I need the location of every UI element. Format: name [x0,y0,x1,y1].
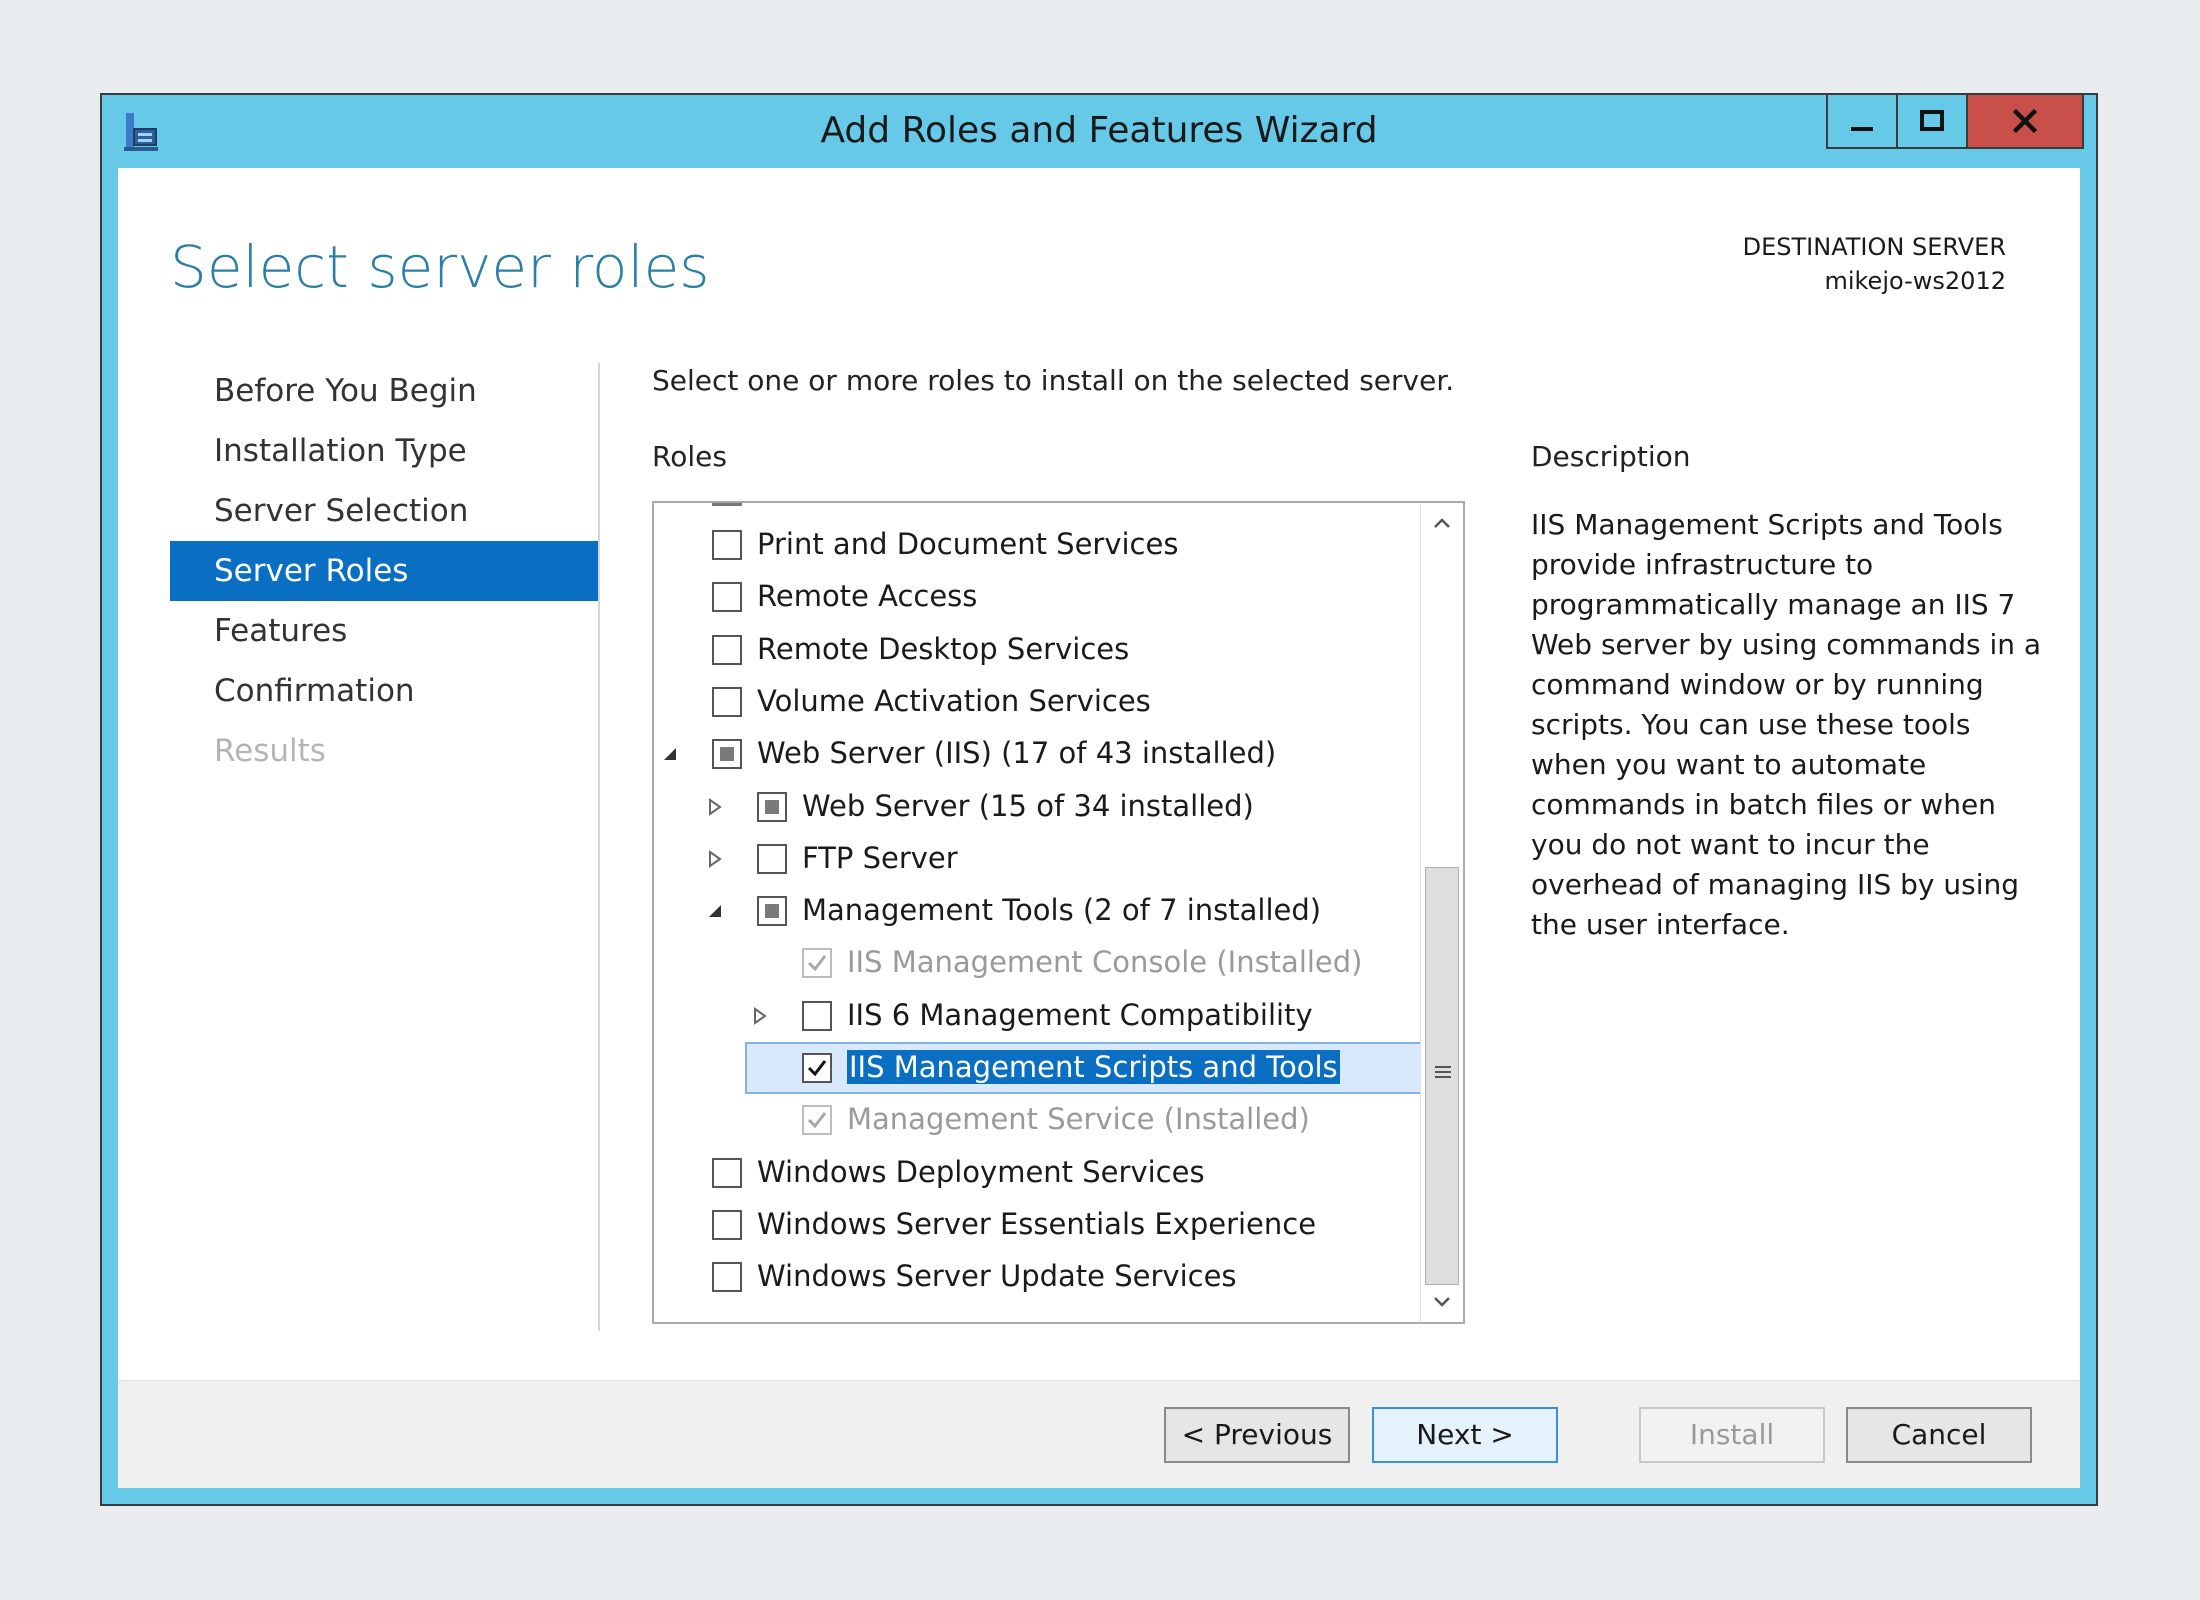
wizard-window: Add Roles and Features Wizard Select ser… [100,93,2098,1506]
grip-icon [1435,1066,1451,1078]
checkbox[interactable] [802,1000,832,1031]
instruction-text: Select one or more roles to install on t… [652,364,1455,397]
checkmark-icon [807,955,827,972]
checkbox[interactable] [712,1157,742,1188]
checkbox[interactable] [712,1209,742,1240]
tree-item[interactable]: IIS Management Console (Installed) [654,937,1424,989]
tree-item-label: Windows Server Essentials Experience [757,1206,1317,1241]
checkbox[interactable] [712,1262,742,1293]
tree-item[interactable]: Remote Desktop Services [654,624,1424,676]
clipped-row-fragment [712,503,742,506]
tree-item[interactable]: FTP Server [654,833,1424,885]
tree-item-label: Print and Document Services [757,527,1179,561]
roles-tree[interactable]: Print and Document Services Remote Access… [652,501,1465,1324]
tree-item[interactable]: Web Server (IIS) (17 of 43 installed) [654,728,1424,780]
window-controls [1826,95,2084,149]
description-text: IIS Management Scripts and Tools provide… [1531,508,2042,941]
collapsed-triangle-icon[interactable] [705,849,725,869]
nav-item-features[interactable]: Features [170,601,600,661]
tree-item-label: FTP Server [802,840,958,875]
checkbox[interactable] [712,582,742,613]
nav-item-results: Results [214,733,326,769]
title-bar[interactable]: Add Roles and Features Wizard [102,95,2096,168]
scroll-down-button[interactable] [1421,1282,1463,1322]
checked-checkbox[interactable] [802,1053,832,1083]
next-button-label: Next > [1416,1418,1514,1451]
cancel-button-label: Cancel [1891,1418,1987,1451]
tree-item[interactable]: IIS Management Scripts and Tools [654,1042,1424,1094]
page-title: Select server roles [170,233,710,301]
collapsed-triangle-icon[interactable] [705,797,725,817]
tree-item-label: Remote Access [757,579,978,614]
tree-item[interactable]: Windows Deployment Services [654,1147,1424,1199]
expanded-triangle-icon[interactable] [705,901,725,921]
expanded-triangle-icon[interactable] [660,744,680,764]
tree-item-label: IIS Management Scripts and Tools [847,1050,1340,1084]
maximize-icon [1920,110,1944,131]
tree-item[interactable]: Remote Access [654,571,1424,623]
checked-checkbox [802,948,832,979]
nav-item-confirmation[interactable]: Confirmation [170,661,600,721]
partial-checkbox[interactable] [757,896,787,927]
tree-item[interactable]: Management Service (Installed) [654,1094,1424,1146]
checkmark-icon [807,1060,827,1077]
chevron-down-icon [1434,1297,1450,1307]
roles-scrollbar[interactable] [1420,503,1463,1322]
minimize-icon [1851,127,1873,131]
cancel-button[interactable]: Cancel [1846,1407,2032,1463]
checked-checkbox [802,1105,832,1136]
nav-divider [598,363,600,1331]
destination-server-info: DESTINATION SERVER mikejo-ws2012 [1743,230,2006,298]
nav-item-installation-type[interactable]: Installation Type [170,421,600,481]
tree-item-label: IIS Management Console (Installed) [847,945,1363,980]
tree-item-label: Volume Activation Services [757,683,1151,718]
collapsed-triangle-icon[interactable] [750,1006,770,1026]
checkbox[interactable] [712,686,742,717]
tree-item[interactable]: Print and Document Services [654,519,1424,571]
tree-item-label: Web Server (15 of 34 installed) [802,788,1254,823]
roles-header: Roles [652,440,727,473]
tree-item-label: Management Tools (2 of 7 installed) [802,893,1322,928]
wizard-nav: Before You Begin Installation Type Serve… [170,361,600,781]
destination-label: DESTINATION SERVER [1742,233,2006,261]
tree-item-label: Management Service (Installed) [847,1102,1310,1137]
tree-item-label: Windows Deployment Services [757,1154,1205,1189]
window-title: Add Roles and Features Wizard [820,110,1378,151]
nav-item-before-you-begin[interactable]: Before You Begin [170,361,600,421]
next-button[interactable]: Next > [1372,1407,1558,1463]
close-button[interactable] [1968,95,2082,147]
minimize-button[interactable] [1828,95,1898,147]
previous-button[interactable]: < Previous [1164,1407,1350,1463]
previous-button-label: < Previous [1181,1418,1333,1451]
checkbox[interactable] [712,634,742,665]
tree-item-label: IIS 6 Management Compatibility [847,997,1313,1032]
tree-item[interactable]: Windows Server Update Services [654,1251,1424,1303]
tree-item[interactable]: IIS 6 Management Compatibility [654,990,1424,1042]
maximize-button[interactable] [1898,95,1968,147]
tree-item-label: Web Server (IIS) (17 of 43 installed) [757,736,1277,771]
tree-item[interactable]: Windows Server Essentials Experience [654,1199,1424,1251]
checkmark-icon [807,1112,827,1129]
tree-item-label: Windows Server Update Services [757,1259,1237,1294]
tree-item[interactable]: Web Server (15 of 34 installed) [654,781,1424,833]
tree-item[interactable]: Volume Activation Services [654,676,1424,728]
tree-item-label: Remote Desktop Services [757,631,1130,666]
close-icon [2012,108,2038,134]
wizard-footer: < Previous Next > Install Cancel [118,1380,2080,1488]
install-button-label: Install [1689,1418,1775,1451]
checkbox[interactable] [757,843,787,874]
scroll-up-button[interactable] [1421,503,1463,543]
partial-checkbox[interactable] [757,791,787,822]
nav-item-server-roles[interactable]: Server Roles [170,541,600,601]
partial-checkbox[interactable] [712,739,742,770]
scroll-thumb[interactable] [1425,867,1459,1285]
checkbox[interactable] [712,530,742,560]
install-button: Install [1639,1407,1825,1463]
nav-item-server-selection[interactable]: Server Selection [170,481,600,541]
tree-item[interactable]: Management Tools (2 of 7 installed) [654,885,1424,937]
chevron-up-icon [1434,518,1450,528]
destination-server-name: mikejo-ws2012 [1824,267,2006,295]
description-header: Description [1531,440,1691,473]
wizard-client-area: Select server roles DESTINATION SERVER m… [118,168,2080,1488]
